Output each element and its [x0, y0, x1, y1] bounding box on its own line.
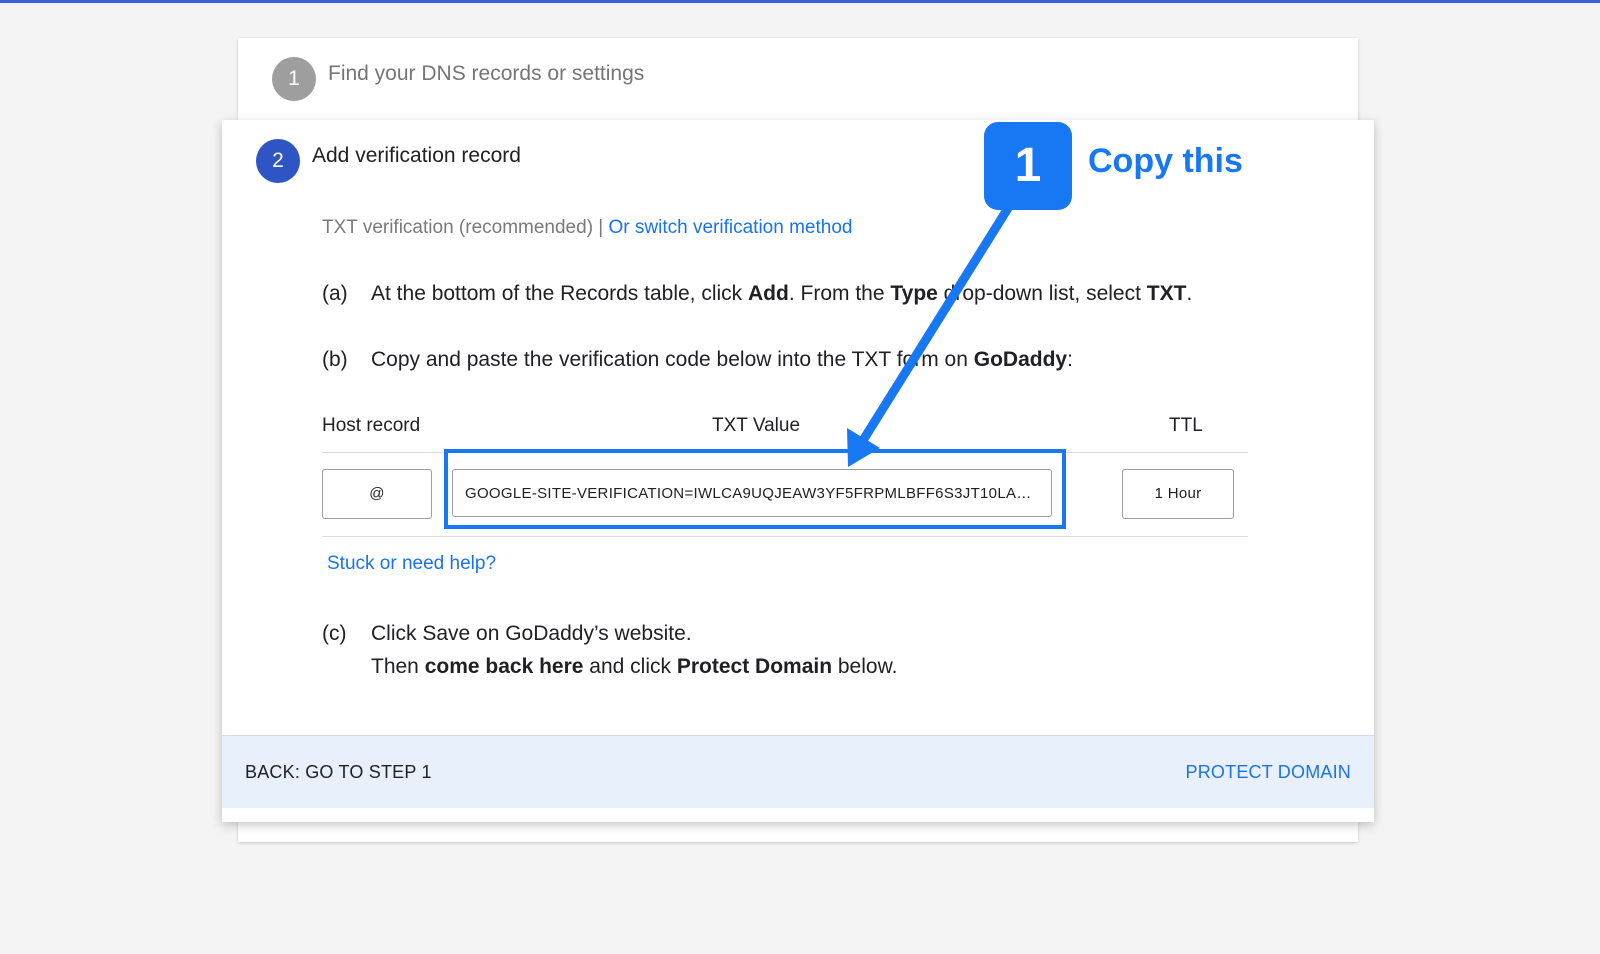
annotation-arrow [847, 200, 1015, 467]
annotation-badge: 1 [984, 122, 1072, 210]
annotation-label: Copy this [1088, 142, 1243, 180]
annotation-arrow-shaft [857, 200, 1015, 447]
